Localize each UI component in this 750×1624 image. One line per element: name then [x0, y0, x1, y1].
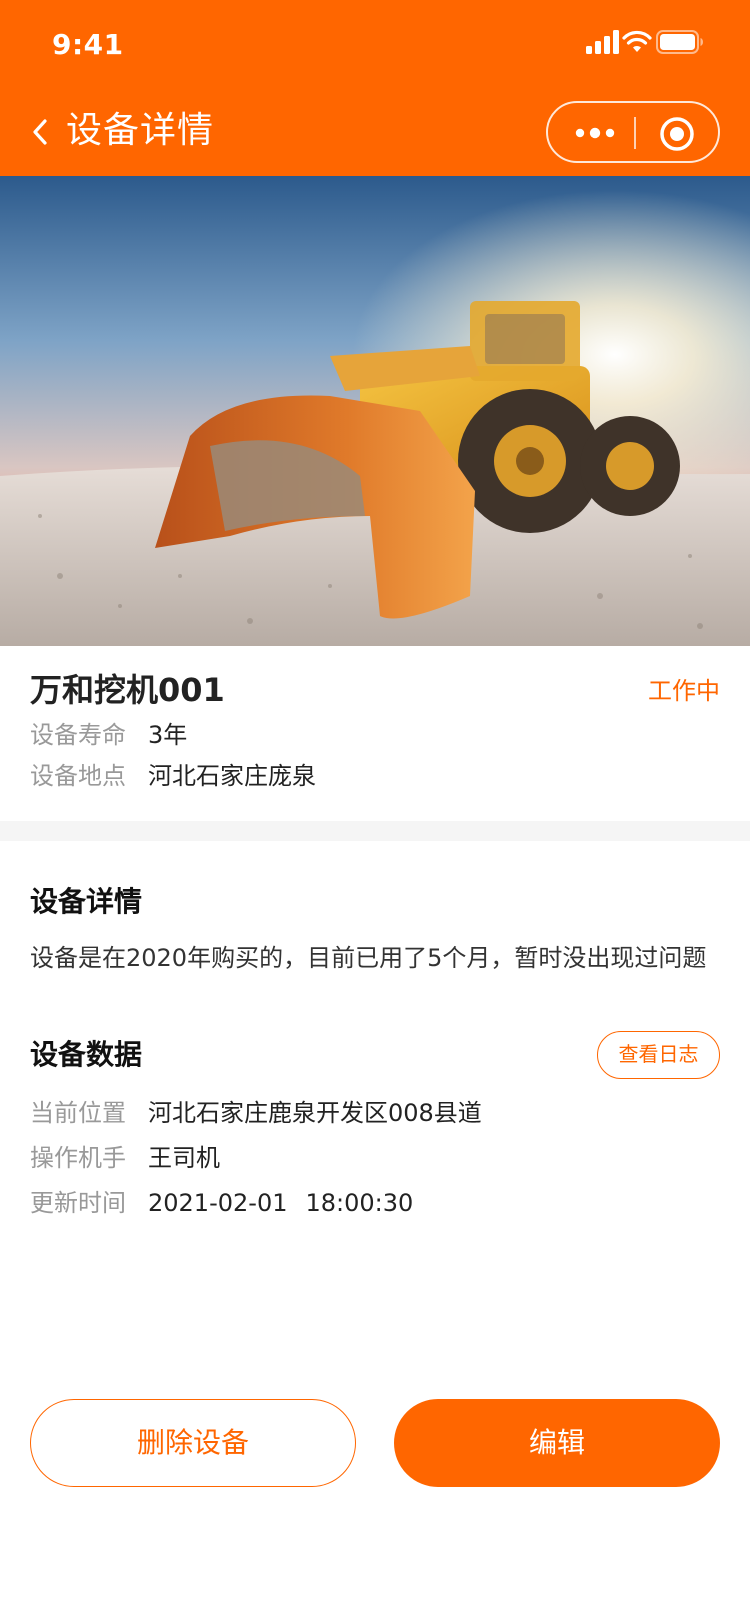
view-log-button[interactable]: 查看日志 [597, 1031, 720, 1079]
target-circle-icon[interactable] [658, 115, 696, 153]
cellular-signal-icon [586, 30, 619, 54]
device-name: 万和挖机001 [30, 671, 225, 709]
current-position-value: 河北石家庄鹿泉开发区008县道 [148, 1099, 482, 1127]
nav-bar: 设备详情 [0, 90, 750, 176]
location-label: 设备地点 [30, 762, 126, 790]
capsule-divider [634, 117, 636, 149]
location-value: 河北石家庄庞泉 [148, 762, 316, 790]
location-row: 设备地点 河北石家庄庞泉 [30, 759, 316, 793]
operator-label: 操作机手 [30, 1144, 126, 1172]
updated-time-row: 更新时间 2021-02-01 18:00:30 [30, 1186, 413, 1220]
operator-row: 操作机手 王司机 [30, 1141, 220, 1175]
updated-clock-value: 18:00:30 [305, 1189, 414, 1217]
delete-device-button[interactable]: 删除设备 [30, 1399, 356, 1487]
status-bar: 9:41 [0, 0, 750, 90]
status-badge: 工作中 [648, 677, 720, 705]
app-header: 9:41 设备详情 [0, 0, 750, 176]
lifespan-value: 3年 [148, 721, 188, 749]
data-section-title: 设备数据 [30, 1038, 143, 1071]
operator-value: 王司机 [148, 1144, 220, 1172]
detail-description: 设备是在2020年购买的，目前已用了5个月，暂时没出现过问题 [30, 944, 707, 972]
section-divider [0, 821, 750, 841]
device-photo [0, 176, 750, 646]
more-dots-icon[interactable] [570, 117, 620, 149]
page-title: 设备详情 [66, 110, 215, 151]
updated-date-value: 2021-02-01 [148, 1189, 288, 1217]
wifi-icon [622, 30, 652, 52]
detail-section-title: 设备详情 [30, 885, 143, 918]
updated-time-label: 更新时间 [30, 1189, 126, 1217]
status-time: 9:41 [52, 28, 124, 61]
lifespan-label: 设备寿命 [30, 721, 126, 749]
edit-button[interactable]: 编辑 [394, 1399, 720, 1487]
current-position-label: 当前位置 [30, 1099, 126, 1127]
current-position-row: 当前位置 河北石家庄鹿泉开发区008县道 [30, 1096, 482, 1130]
mini-program-capsule [546, 101, 720, 163]
chevron-left-icon[interactable] [26, 112, 56, 152]
battery-icon [656, 30, 703, 54]
device-summary: 万和挖机001 工作中 设备寿命 3年 设备地点 河北石家庄庞泉 [0, 646, 750, 821]
lifespan-row: 设备寿命 3年 [30, 718, 187, 752]
